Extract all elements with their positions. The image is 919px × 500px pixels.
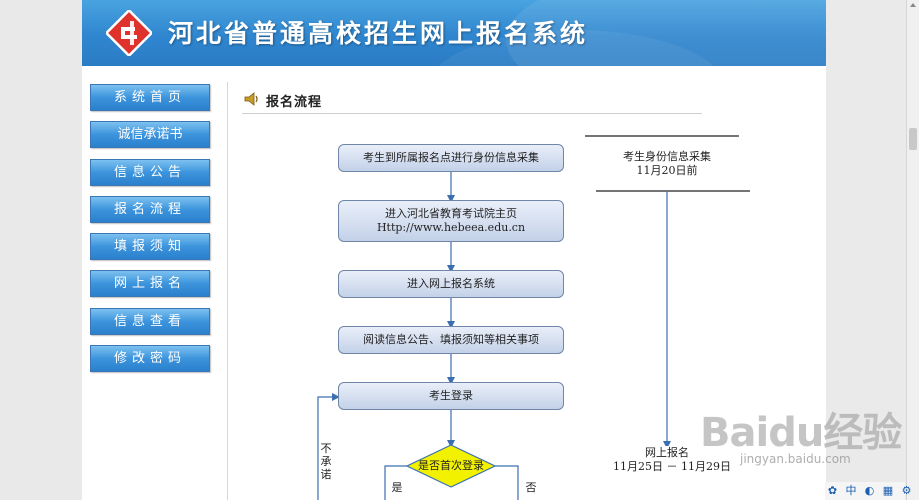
keyboard-icon[interactable]: ▦ <box>881 482 896 500</box>
paw-icon[interactable]: ✿ <box>825 482 840 500</box>
section-title: 报名流程 <box>266 95 323 110</box>
not-committed-label: 不承诺 <box>320 442 332 481</box>
flow-step-login: 考生登录 <box>338 382 564 410</box>
nav-announcements[interactable]: 信息公告 <box>90 158 210 186</box>
site-header: 河北省普通高校招生网上报名系统 <box>82 0 826 66</box>
timeline-online-date: 11月25日 － 11月29日 <box>613 460 731 473</box>
flow-step-enter-system: 进入网上报名系统 <box>338 270 564 298</box>
flow-step-visit-homepage: 进入河北省教育考试院主页 Http://www.hebeea.edu.cn <box>338 200 564 242</box>
main-page: 河北省普通高校招生网上报名系统 系统首页 诚信承诺书 信息公告 报名流程 填报须… <box>82 0 826 500</box>
nav-filling-notice[interactable]: 填报须知 <box>90 233 210 261</box>
right-background <box>826 0 906 500</box>
section-header: 报名流程 <box>242 88 702 114</box>
nav-change-password[interactable]: 修改密码 <box>90 345 210 373</box>
ime-chinese-indicator[interactable]: 中 <box>844 482 859 500</box>
timeline-collect-label: 考生身份信息采集 <box>623 150 711 163</box>
scroll-thumb[interactable] <box>909 128 917 150</box>
scroll-up-icon[interactable] <box>910 3 916 7</box>
nav-integrity-pledge[interactable]: 诚信承诺书 <box>90 121 210 149</box>
site-title: 河北省普通高校招生网上报名系统 <box>168 19 589 48</box>
flow-step-identity-collection: 考生到所属报名点进行身份信息采集 <box>338 144 564 172</box>
timeline-collect-date: 11月20日前 <box>636 164 698 177</box>
left-background <box>0 0 82 500</box>
decision-yes-label: 是 <box>391 481 403 494</box>
sidebar-nav: 系统首页 诚信承诺书 信息公告 报名流程 填报须知 网上报名 信息查看 修改密码 <box>90 84 212 382</box>
decision-no-label: 否 <box>525 481 537 494</box>
nav-registration-process[interactable]: 报名流程 <box>90 195 210 223</box>
settings-icon[interactable]: ⚙ <box>899 482 914 500</box>
nav-online-registration[interactable]: 网上报名 <box>90 270 210 298</box>
timeline-online-label: 网上报名 <box>602 446 732 460</box>
nav-home[interactable]: 系统首页 <box>90 84 210 111</box>
moon-icon[interactable]: ◐ <box>862 482 877 500</box>
site-logo-icon <box>106 10 152 56</box>
flow-step-read-notices: 阅读信息公告、填报须知等相关事项 <box>338 326 564 354</box>
ime-tray: ✿ 中 ◐ ▦ ⚙ <box>825 482 911 500</box>
vertical-scrollbar[interactable] <box>906 0 919 500</box>
nav-info-view[interactable]: 信息查看 <box>90 307 210 335</box>
speaker-icon <box>244 92 258 106</box>
content-divider <box>227 82 228 500</box>
decision-label: 是否首次登录 <box>418 459 484 472</box>
